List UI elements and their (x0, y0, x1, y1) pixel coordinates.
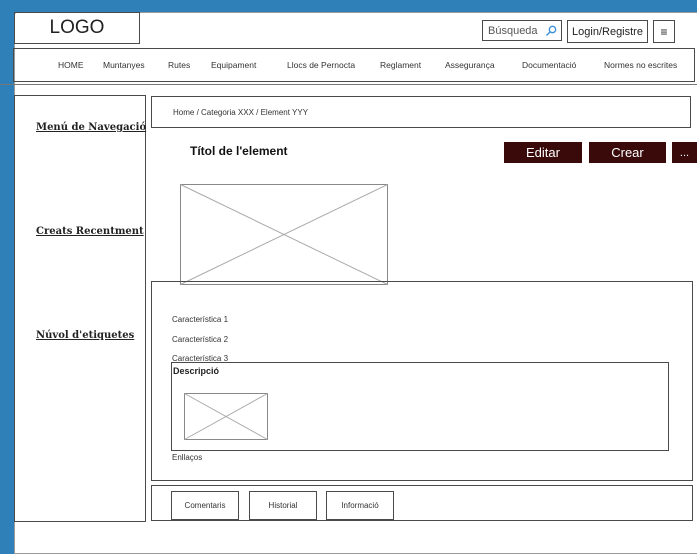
create-button[interactable]: Crear (589, 142, 666, 163)
tab-information[interactable]: Informació (326, 491, 394, 520)
image-placeholder-icon (180, 184, 388, 285)
main-navbar: HOME Muntanyes Rutes Equipament Llocs de… (13, 48, 695, 82)
nav-item-documentacio[interactable]: Documentació (522, 60, 576, 70)
sidebar-link-navigation-menu[interactable]: Menú de Navegació (36, 122, 146, 133)
description-label: Descripció (173, 366, 220, 376)
header-divider (0, 84, 697, 85)
nav-item-home[interactable]: HOME (58, 60, 84, 70)
nav-item-reglament[interactable]: Reglament (380, 60, 421, 70)
breadcrumb: Home / Categoria XXX / Element YYY (151, 96, 691, 128)
sidebar-link-recent[interactable]: Creats Recentment (36, 226, 144, 237)
nav-item-equipament[interactable]: Equipament (211, 60, 256, 70)
tab-history[interactable]: Historial (249, 491, 317, 520)
edit-button[interactable]: Editar (504, 142, 582, 163)
search-placeholder: Búsqueda (488, 24, 538, 37)
page-title: Títol de l'element (190, 144, 288, 158)
image-placeholder-icon (184, 393, 268, 440)
search-icon[interactable] (545, 25, 557, 37)
links-label: Enllaços (172, 453, 203, 462)
breadcrumb-text[interactable]: Home / Categoria XXX / Element YYY (173, 108, 308, 117)
tab-comments[interactable]: Comentaris (171, 491, 239, 520)
feature-item: Característica 1 (172, 315, 229, 324)
more-button[interactable]: ... (672, 142, 697, 163)
sidebar-link-tag-cloud[interactable]: Núvol d'etiquetes (36, 330, 134, 341)
nav-item-asseguranca[interactable]: Assegurança (445, 60, 495, 70)
hamburger-menu-icon[interactable]: ≡ (653, 20, 675, 43)
feature-item: Característica 2 (172, 335, 229, 344)
search-input[interactable]: Búsqueda (482, 20, 562, 41)
nav-item-rutes[interactable]: Rutes (168, 60, 190, 70)
logo[interactable]: LOGO (14, 12, 140, 44)
sidebar (14, 95, 146, 522)
nav-item-muntanyes[interactable]: Muntanyes (103, 60, 145, 70)
nav-item-normes[interactable]: Normes no escrites (604, 60, 677, 70)
nav-item-llocs-pernocta[interactable]: Llocs de Pernocta (287, 60, 355, 70)
login-register-button[interactable]: Login/Registre (567, 20, 648, 43)
